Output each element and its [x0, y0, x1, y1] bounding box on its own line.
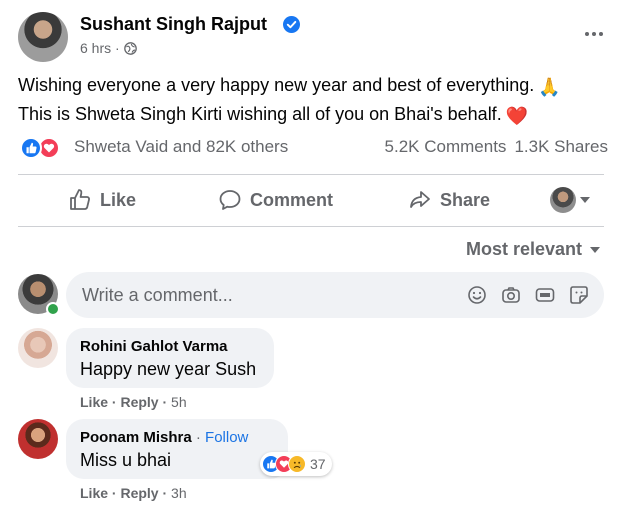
post-text-line-1: Wishing everyone a very happy new year a…	[18, 72, 608, 101]
reaction-icons[interactable]	[20, 137, 68, 159]
author-name[interactable]: Sushant Singh Rajput	[80, 14, 267, 35]
follow-button[interactable]: Follow	[205, 429, 248, 446]
comment-reactions[interactable]: 37	[260, 452, 332, 476]
comment-bubble: Rohini Gahlot Varma Happy new year Sush	[66, 328, 274, 388]
post-as-selector[interactable]	[550, 178, 590, 222]
commenter-name[interactable]: Rohini Gahlot Varma	[80, 338, 260, 355]
comment-sort-dropdown[interactable]: Most relevant	[466, 239, 600, 260]
commenter-avatar[interactable]	[18, 419, 58, 459]
separator: ·	[162, 485, 172, 501]
like-button[interactable]: Like	[68, 178, 136, 222]
verified-badge-icon	[283, 16, 300, 33]
commenter-name-row: Poonam Mishra · Follow	[80, 429, 274, 446]
online-status-dot	[46, 302, 60, 316]
folded-hands-emoji-icon: 🙏	[538, 77, 561, 97]
comment-actions: Like · Reply · 3h	[80, 485, 187, 501]
comment-text: Happy new year Sush	[80, 359, 257, 379]
comment-time[interactable]: 3h	[171, 485, 187, 501]
comment-like-link[interactable]: Like	[80, 485, 108, 501]
like-reaction-icon	[20, 137, 42, 159]
gif-icon[interactable]	[534, 284, 556, 306]
comments-count[interactable]: 5.2K Comments	[385, 137, 507, 156]
share-button[interactable]: Share	[408, 178, 490, 222]
reactors-text[interactable]: Shweta Vaid and 82K others	[74, 137, 288, 157]
share-button-label: Share	[440, 189, 491, 210]
post-meta: 6 hrs ·	[80, 40, 137, 56]
reactions-summary: Shweta Vaid and 82K others 5.2K Comments…	[20, 136, 610, 160]
reaction-count: 37	[310, 456, 326, 472]
comment-bubble: Poonam Mishra · Follow Miss u bhai	[66, 419, 288, 479]
camera-icon[interactable]	[500, 284, 522, 306]
comment-actions: Like · Reply · 5h	[80, 394, 187, 410]
comment-button[interactable]: Comment	[218, 178, 333, 222]
separator: ·	[191, 429, 206, 446]
post-header: Sushant Singh Rajput 6 hrs ·	[18, 12, 608, 62]
commenter-avatar[interactable]	[18, 328, 58, 368]
thumbs-up-icon	[70, 189, 90, 210]
divider	[18, 226, 604, 227]
post-text-line-2: This is Shweta Singh Kirti wishing all o…	[18, 101, 608, 130]
divider	[18, 174, 604, 175]
post-text: Wishing everyone a very happy new year a…	[18, 72, 608, 130]
comment-reply-link[interactable]: Reply	[120, 394, 158, 410]
separator: ·	[162, 394, 172, 410]
profile-avatar	[550, 187, 576, 213]
sticker-icon[interactable]	[568, 284, 590, 306]
emoji-icon[interactable]	[466, 284, 488, 306]
commenter-name[interactable]: Poonam Mishra	[80, 429, 192, 446]
comment-button-label: Comment	[250, 189, 334, 210]
comment-composer: Write a comment...	[18, 272, 604, 318]
action-bar: Like Comment Share	[18, 178, 604, 222]
red-heart-emoji-icon: ❤️	[505, 106, 529, 126]
shares-count[interactable]: 1.3K Shares	[514, 137, 608, 156]
globe-icon	[123, 41, 137, 55]
engagement-counts: 5.2K Comments 1.3K Shares	[385, 137, 608, 157]
author-avatar[interactable]	[18, 12, 68, 62]
post-card: Sushant Singh Rajput 6 hrs · Wishing eve…	[0, 0, 622, 506]
comment-text: Miss u bhai	[80, 450, 172, 470]
sad-reaction-icon	[288, 455, 306, 473]
like-button-label: Like	[100, 189, 137, 210]
share-arrow-icon	[410, 191, 430, 208]
post-time[interactable]: 6 hrs	[80, 40, 111, 56]
comment-input-placeholder: Write a comment...	[82, 285, 233, 305]
meta-separator: ·	[111, 40, 120, 56]
sort-label: Most relevant	[465, 239, 582, 259]
comment-like-link[interactable]: Like	[80, 394, 108, 410]
comment-bubble-icon	[219, 190, 241, 210]
composer-tools	[454, 284, 590, 306]
more-options-icon[interactable]	[580, 20, 608, 48]
chevron-down-icon	[590, 246, 600, 253]
comment-reply-link[interactable]: Reply	[120, 485, 158, 501]
comment-time[interactable]: 5h	[171, 394, 187, 410]
comment-input[interactable]: Write a comment...	[66, 272, 604, 318]
chevron-down-icon	[580, 197, 590, 203]
